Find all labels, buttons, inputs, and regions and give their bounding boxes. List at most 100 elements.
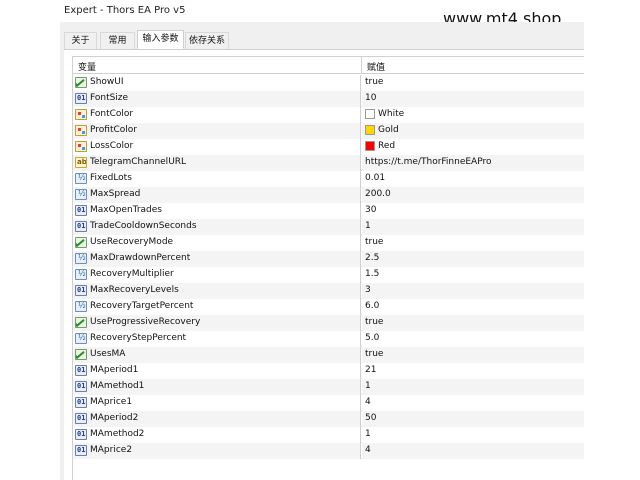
param-value-cell[interactable]: true xyxy=(362,315,585,331)
table-row[interactable]: MaxOpenTrades 30 xyxy=(73,203,585,219)
header-value[interactable]: 赋值 xyxy=(367,60,385,73)
param-value-cell[interactable]: White xyxy=(362,107,585,123)
table-row[interactable]: MAperiod2 50 xyxy=(73,411,585,427)
param-value-cell[interactable]: true xyxy=(362,75,585,91)
param-value-cell[interactable]: 2.5 xyxy=(362,251,585,267)
tab-dependencies[interactable]: 依存关系 xyxy=(185,32,229,49)
param-value-cell[interactable]: 21 xyxy=(362,363,585,379)
param-value: White xyxy=(378,109,405,119)
tab-about[interactable]: 关于 xyxy=(64,32,97,49)
param-name-cell[interactable]: MaxSpread xyxy=(73,187,361,203)
param-value: https://t.me/ThorFinneEAPro xyxy=(365,157,492,167)
table-row[interactable]: UseRecoveryMode true xyxy=(73,235,585,251)
tab-common[interactable]: 常用 xyxy=(100,32,135,49)
param-value-cell[interactable]: true xyxy=(362,235,585,251)
param-value-cell[interactable]: true xyxy=(362,347,585,363)
table-row[interactable]: MaxDrawdownPercent 2.5 xyxy=(73,251,585,267)
param-name-cell[interactable]: FixedLots xyxy=(73,171,361,187)
param-value: 1 xyxy=(365,429,371,439)
table-row[interactable]: UseProgressiveRecovery true xyxy=(73,315,585,331)
param-name: MaxRecoveryLevels xyxy=(90,285,179,295)
param-name-cell[interactable]: TradeCooldownSeconds xyxy=(73,219,361,235)
param-name-cell[interactable]: UseProgressiveRecovery xyxy=(73,315,361,331)
table-row[interactable]: RecoveryTargetPercent 6.0 xyxy=(73,299,585,315)
table-row[interactable]: FixedLots 0.01 xyxy=(73,171,585,187)
header-divider[interactable] xyxy=(361,57,362,74)
color-swatch[interactable] xyxy=(365,109,375,119)
param-name-cell[interactable]: MaxRecoveryLevels xyxy=(73,283,361,299)
expert-properties-dialog: 关于 常用 输入参数 依存关系 变量 赋值 ShowUI true FontSize… xyxy=(60,22,585,480)
table-row[interactable]: MAperiod1 21 xyxy=(73,363,585,379)
color-swatch[interactable] xyxy=(365,125,375,135)
table-row[interactable]: MAmethod1 1 xyxy=(73,379,585,395)
param-value-cell[interactable]: 10 xyxy=(362,91,585,107)
int-icon xyxy=(75,285,87,296)
table-row[interactable]: RecoveryStepPercent 5.0 xyxy=(73,331,585,347)
table-row[interactable]: FontSize 10 xyxy=(73,91,585,107)
param-name-cell[interactable]: RecoveryStepPercent xyxy=(73,331,361,347)
param-value-cell[interactable]: 1.5 xyxy=(362,267,585,283)
param-name-cell[interactable]: MAprice1 xyxy=(73,395,361,411)
param-value-cell[interactable]: 4 xyxy=(362,443,585,459)
param-name-cell[interactable]: MaxDrawdownPercent xyxy=(73,251,361,267)
param-value-cell[interactable]: 50 xyxy=(362,411,585,427)
param-value-cell[interactable]: 1 xyxy=(362,379,585,395)
table-row[interactable]: UsesMA true xyxy=(73,347,585,363)
param-value-cell[interactable]: 6.0 xyxy=(362,299,585,315)
table-row[interactable]: MaxRecoveryLevels 3 xyxy=(73,283,585,299)
param-value-cell[interactable]: 5.0 xyxy=(362,331,585,347)
table-row[interactable]: MAprice1 4 xyxy=(73,395,585,411)
table-row[interactable]: ShowUI true xyxy=(73,75,585,91)
table-row[interactable]: MaxSpread 200.0 xyxy=(73,187,585,203)
param-name-cell[interactable]: FontSize xyxy=(73,91,361,107)
table-row[interactable]: MAprice2 4 xyxy=(73,443,585,459)
param-name-cell[interactable]: MAperiod2 xyxy=(73,411,361,427)
param-value-cell[interactable]: 200.0 xyxy=(362,187,585,203)
param-value-cell[interactable]: 4 xyxy=(362,395,585,411)
background-edge xyxy=(584,0,640,480)
table-row[interactable]: ProfitColor Gold xyxy=(73,123,585,139)
param-name-cell[interactable]: MAmethod1 xyxy=(73,379,361,395)
param-value: true xyxy=(365,77,384,87)
param-value-cell[interactable]: Gold xyxy=(362,123,585,139)
table-row[interactable]: MAmethod2 1 xyxy=(73,427,585,443)
param-name-cell[interactable]: FontColor xyxy=(73,107,361,123)
param-value-cell[interactable]: 1 xyxy=(362,219,585,235)
param-value: 21 xyxy=(365,365,377,375)
param-name-cell[interactable]: UsesMA xyxy=(73,347,361,363)
param-name-cell[interactable]: RecoveryTargetPercent xyxy=(73,299,361,315)
header-variable[interactable]: 变量 xyxy=(78,60,96,73)
param-name-cell[interactable]: ShowUI xyxy=(73,75,361,91)
tab-inputs[interactable]: 输入参数 xyxy=(137,30,184,49)
param-name-cell[interactable]: MAmethod2 xyxy=(73,427,361,443)
param-value: 1.5 xyxy=(365,269,380,279)
param-name-cell[interactable]: LossColor xyxy=(73,139,361,155)
param-name-cell[interactable]: MAperiod1 xyxy=(73,363,361,379)
table-row[interactable]: FontColor White xyxy=(73,107,585,123)
param-name-cell[interactable]: RecoveryMultiplier xyxy=(73,267,361,283)
param-value-cell[interactable]: Red xyxy=(362,139,585,155)
bool-icon xyxy=(75,317,87,328)
param-name: TelegramChannelURL xyxy=(90,157,187,167)
param-name-cell[interactable]: MAprice2 xyxy=(73,443,361,459)
table-row[interactable]: LossColor Red xyxy=(73,139,585,155)
int-icon xyxy=(75,93,87,104)
param-name-cell[interactable]: UseRecoveryMode xyxy=(73,235,361,251)
color-swatch[interactable] xyxy=(365,141,375,151)
param-value-cell[interactable]: https://t.me/ThorFinneEAPro xyxy=(362,155,585,171)
param-name-cell[interactable]: ProfitColor xyxy=(73,123,361,139)
param-value-cell[interactable]: 1 xyxy=(362,427,585,443)
table-row[interactable]: RecoveryMultiplier 1.5 xyxy=(73,267,585,283)
param-name: RecoveryTargetPercent xyxy=(90,301,194,311)
param-name: FontColor xyxy=(90,109,134,119)
param-value-cell[interactable]: 30 xyxy=(362,203,585,219)
table-row[interactable]: TelegramChannelURL https://t.me/ThorFinne… xyxy=(73,155,585,171)
param-value: true xyxy=(365,237,384,247)
table-row[interactable]: TradeCooldownSeconds 1 xyxy=(73,219,585,235)
string-icon xyxy=(75,157,87,168)
double-icon xyxy=(75,189,87,200)
param-name-cell[interactable]: TelegramChannelURL xyxy=(73,155,361,171)
param-name-cell[interactable]: MaxOpenTrades xyxy=(73,203,361,219)
param-value-cell[interactable]: 3 xyxy=(362,283,585,299)
param-value-cell[interactable]: 0.01 xyxy=(362,171,585,187)
